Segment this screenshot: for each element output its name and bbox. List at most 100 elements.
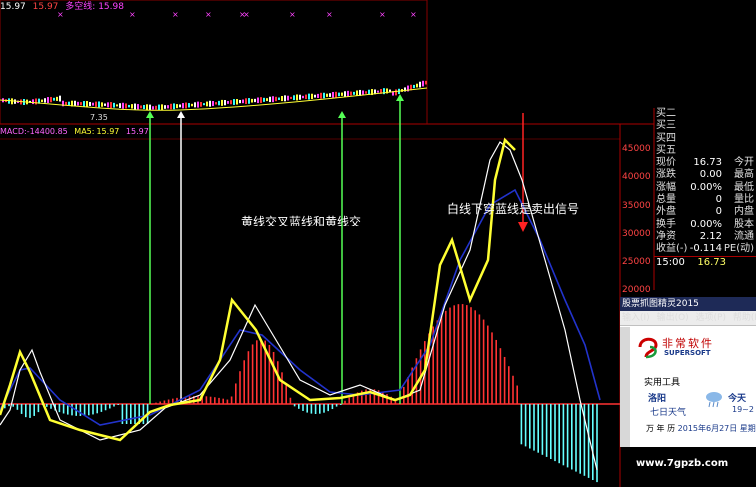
signal-marker: ×	[410, 10, 417, 19]
price-candle	[170, 103, 172, 110]
price-candle	[422, 80, 424, 87]
quote-label-2: PE(动)	[723, 243, 754, 255]
menu-options[interactable]: 选项(P)	[696, 311, 726, 325]
price-candle	[110, 102, 112, 109]
price-candle	[200, 102, 202, 107]
annotation-right: 白线下穿蓝线是卖出信号	[446, 202, 579, 216]
price-candle	[92, 102, 94, 106]
histogram-bar	[449, 307, 451, 404]
price-candle	[329, 93, 331, 97]
price-candle	[245, 98, 247, 105]
price-candle	[128, 104, 130, 108]
price-candle	[284, 95, 286, 102]
quote-value: 0.00%	[690, 181, 722, 193]
screenshot-tool-window[interactable]: 股票抓图精灵2015 输入(I) 输出(O) 选项(P) 帮助(H) 非常软件 …	[620, 297, 756, 447]
histogram-bar	[92, 404, 94, 415]
price-candle	[101, 102, 103, 107]
histogram-bar	[125, 404, 128, 424]
price-candle	[95, 101, 97, 107]
histogram-bar	[579, 404, 581, 474]
price-candle	[344, 91, 346, 97]
price-candle	[77, 101, 79, 106]
histogram-bar	[8, 404, 10, 407]
temperature: 19~2	[732, 405, 754, 414]
price-candle	[266, 98, 268, 102]
seven-day-weather-link[interactable]: 七日天气	[650, 405, 686, 418]
histogram-bar	[29, 404, 31, 418]
histogram-bar	[205, 396, 208, 404]
histogram-bar	[235, 383, 237, 404]
histogram-bar	[558, 404, 560, 464]
histogram-bar	[16, 404, 19, 410]
histogram-bar	[386, 394, 388, 404]
histogram-bar	[302, 404, 304, 411]
price-candle	[299, 94, 301, 100]
histogram-bar	[260, 339, 262, 404]
histogram-bar	[117, 404, 119, 405]
menu-output[interactable]: 输出(O)	[657, 311, 689, 325]
histogram-bar	[142, 404, 145, 424]
price-candle	[254, 98, 256, 103]
price-candle	[278, 97, 280, 100]
quote-label: 外盘	[656, 206, 676, 218]
arrow-up-icon	[177, 111, 185, 118]
histogram-bar	[403, 386, 405, 404]
price-candle	[188, 103, 190, 108]
weather-city[interactable]: 洛阳	[648, 391, 666, 404]
menu-bar: 输入(I) 输出(O) 选项(P) 帮助(H)	[620, 311, 756, 326]
quote-label: 换手	[656, 218, 676, 230]
section-title: 实用工具	[644, 378, 681, 388]
quote-row: 买二	[654, 108, 756, 120]
quote-label-2: 股本	[734, 218, 754, 230]
histogram-bar	[596, 404, 598, 483]
quote-label: 买二	[656, 108, 676, 119]
price-candle	[140, 105, 142, 109]
price-candle	[32, 99, 34, 105]
histogram-bar	[214, 397, 216, 404]
price-candle	[419, 81, 421, 88]
ma5-label: MA5:	[74, 127, 95, 136]
signal-marker: ×	[289, 10, 296, 19]
y-axis-tick: 40000	[622, 172, 651, 182]
histogram-bar	[314, 404, 317, 414]
histogram-bar	[100, 404, 103, 412]
histogram-bar	[239, 371, 241, 404]
arrow-up-icon	[396, 94, 404, 101]
signal-marker: ×	[172, 10, 179, 19]
price-candle	[236, 99, 238, 105]
price-candle	[377, 90, 379, 93]
arrow-down-icon	[518, 222, 528, 232]
price-candle	[161, 104, 163, 111]
macd-value: -14400.85	[26, 127, 68, 136]
price-candle	[209, 100, 211, 107]
quote-label: 总量	[656, 194, 676, 206]
quote-row: 买四	[654, 133, 756, 145]
histogram-bar	[130, 404, 132, 424]
quote-label-2: 量比	[734, 194, 754, 206]
quote-row: 买五	[654, 145, 756, 157]
price-candle	[335, 91, 337, 98]
price-candle	[308, 93, 310, 100]
price-candle	[365, 91, 367, 94]
histogram-bar	[571, 404, 573, 470]
price-candle	[326, 93, 328, 97]
price-fragment-2: 15.97	[32, 2, 59, 12]
price-candle	[104, 103, 106, 106]
price-candle	[182, 103, 184, 109]
histogram-bar	[524, 404, 527, 447]
price-candle	[155, 105, 157, 110]
histogram-bar	[83, 404, 86, 416]
price-candle	[134, 103, 136, 110]
y-axis-tick: 45000	[622, 144, 651, 154]
histogram-bar	[281, 372, 283, 404]
histogram-bar	[167, 399, 170, 404]
signal-marker: ×	[243, 10, 250, 19]
price-candle	[347, 90, 349, 97]
histogram-bar	[33, 404, 35, 416]
menu-input[interactable]: 输入(I)	[622, 311, 650, 325]
menu-help[interactable]: 帮助(H)	[733, 311, 756, 325]
weather-cloud-icon	[706, 392, 722, 408]
quote-label-2: 内盘	[734, 206, 754, 218]
duokong-label: 多空线:	[65, 2, 96, 12]
histogram-bar	[520, 404, 523, 445]
